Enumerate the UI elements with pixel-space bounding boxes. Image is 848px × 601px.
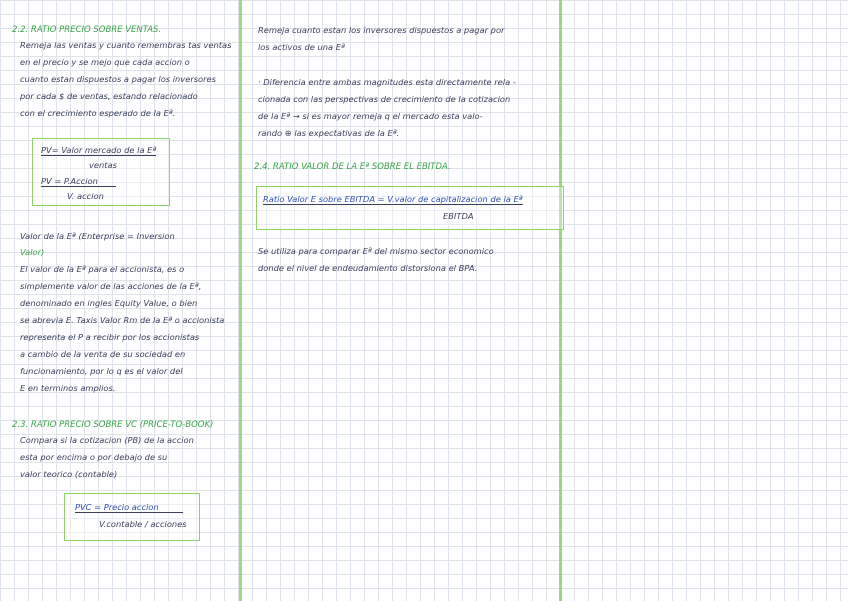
- enterprise-value-label: Valor de la Eª (Enterprise = Inversion: [20, 231, 175, 241]
- text-line: denominado en ingles Equity Value, o bie…: [20, 298, 198, 308]
- text-line: Se utiliza para comparar Eª del mismo se…: [258, 246, 494, 256]
- text-line: Remeja las ventas y cuanto remembras tas…: [20, 40, 232, 50]
- text-line: E en terminos amplios.: [20, 383, 116, 393]
- text-line: simplemente valor de las acciones de la …: [20, 281, 202, 291]
- formula-denominator: V.contable / acciones: [99, 519, 187, 529]
- text-line: donde el nivel de endeudamiento distorsi…: [258, 263, 478, 273]
- column-divider-left: [239, 0, 242, 601]
- text-line: rando ⊕ las expectativas de la Eª.: [258, 128, 400, 138]
- text-line: valor teorico (contable): [20, 469, 118, 479]
- text-line: a cambio de la venta de su sociedad en: [20, 349, 186, 359]
- column-divider-right: [559, 0, 562, 601]
- text-line: Remeja cuanto estan los inversores dispu…: [258, 25, 505, 35]
- paragraph-expectations: · Diferencia entre ambas magnitudes esta…: [258, 74, 516, 142]
- text-line: cionada con las perspectivas de crecimie…: [258, 94, 511, 104]
- text-line: por cada $ de ventas, estando relacionad…: [20, 91, 198, 101]
- formula-numerator: PVC = Precio accion: [75, 499, 183, 516]
- text-line: funcionamiento, por lo q es el valor del: [20, 366, 183, 376]
- text-line: los activos de una Eª: [258, 42, 345, 52]
- formula-denominator-2: V. accion: [67, 191, 104, 201]
- text-line: esta por encima o por debajo de su: [20, 452, 168, 462]
- paragraph-equity-value: El valor de la Eª para el accionista, es…: [20, 261, 224, 397]
- formula-denominator: ventas: [89, 160, 117, 170]
- formula-denominator: EBITDA: [443, 211, 474, 221]
- formula-box-pv: PV= Valor mercado de la Eª ventas PV = P…: [32, 138, 170, 206]
- formula-numerator: Ratio Valor E sobre EBITDA = V.valor de …: [263, 194, 523, 205]
- text-line: se abrevia E. Taxis Valor Rm de la Eª o …: [20, 315, 225, 325]
- text-line: El valor de la Eª para el accionista, es…: [20, 264, 185, 274]
- formula-box-ev-ebitda: Ratio Valor E sobre EBITDA = V.valor de …: [256, 186, 564, 230]
- heading-ev-ebitda: 2.4. RATIO VALOR DE LA Eª SOBRE EL EBITD…: [254, 162, 451, 172]
- text-line: · Diferencia entre ambas magnitudes esta…: [258, 77, 516, 87]
- paragraph-price-to-book: Compara si la cotizacion (PB) de la acci…: [20, 432, 194, 483]
- text-line: en el precio y se mejo que cada accion o: [20, 57, 190, 67]
- text-line: con el crecimiento esperado de la Eª.: [20, 108, 176, 118]
- paragraph-ebitda-usage: Se utiliza para comparar Eª del mismo se…: [258, 243, 494, 277]
- text-line: Compara si la cotizacion (PB) de la acci…: [20, 435, 194, 445]
- text-line: representa el P a recibir por los accion…: [20, 332, 200, 342]
- paragraph-book-value: Remeja cuanto estan los inversores dispu…: [258, 22, 504, 56]
- text-line: de la Eª → si es mayor remeja q el merca…: [258, 111, 483, 121]
- heading-price-to-book: 2.3. RATIO PRECIO SOBRE VC (PRICE-TO-BOO…: [12, 420, 214, 430]
- heading-price-sales: 2.2. RATIO PRECIO SOBRE VENTAS.: [12, 25, 162, 35]
- text-line: cuanto estan dispuestos a pagar los inve…: [20, 74, 216, 84]
- paragraph-price-sales: Remeja las ventas y cuanto remembras tas…: [20, 37, 231, 122]
- enterprise-value-label-2: Valor): [20, 247, 45, 257]
- formula-box-pvc: PVC = Precio accion V.contable / accione…: [64, 493, 200, 541]
